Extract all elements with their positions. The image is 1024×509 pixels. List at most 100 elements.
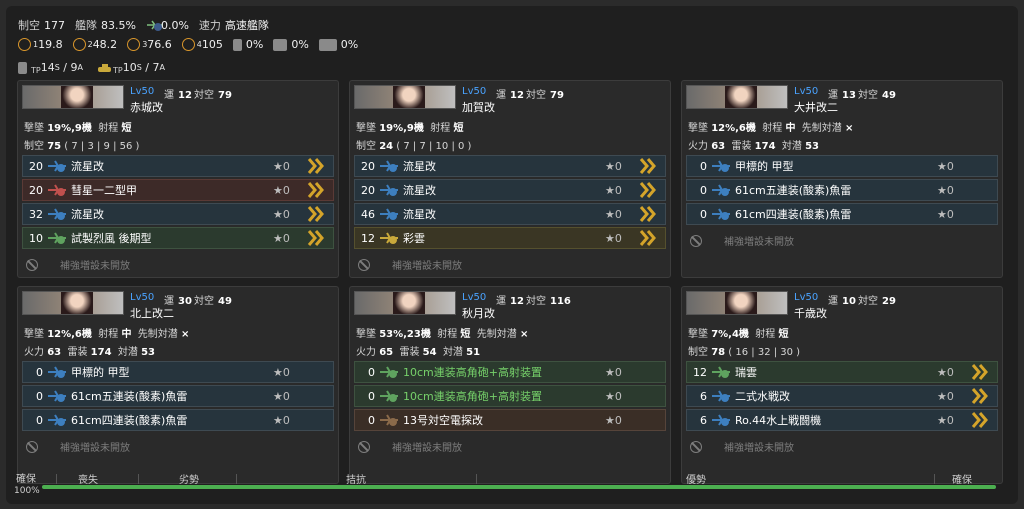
equipment-improvement: ★0 [605, 413, 622, 427]
equipment-type-icon [711, 365, 731, 379]
equipment-slot[interactable]: 46 流星改 ★0 [354, 203, 666, 225]
ship-card[interactable]: Lv50 運 13 対空 49 大井改二 撃墜 12%,6機 射程 中 先制対潜 × 火力 6… [681, 80, 1003, 278]
equipment-type-icon [47, 413, 67, 427]
ship-stat-row-2: 制空 24 ( 7 | 7 | 10 | 0 ) [356, 141, 472, 152]
ship-luck: 運 10 [828, 296, 856, 307]
reinforcement-slot: 補強増設未開放 [358, 439, 462, 454]
los-value-3: 76.6 [147, 38, 172, 51]
air-state-label: 確保 [16, 474, 36, 485]
reinforcement-slot: 補強増設未開放 [26, 439, 130, 454]
equipment-count: 20 [361, 183, 375, 197]
equipment-slot[interactable]: 20 流星改 ★0 [354, 155, 666, 177]
ship-card[interactable]: Lv50 運 12 対空 116 秋月改 撃墜 53%,23機 射程 短 先制対潜 × 火力 … [349, 286, 671, 484]
equipment-type-icon [379, 365, 399, 379]
equipment-slot[interactable]: 6 Ro.44水上戦闘機 ★0 [686, 409, 998, 431]
equipment-type-icon [47, 389, 67, 403]
speed-label: 速力 [198, 19, 221, 32]
state-inferior: 劣勢 [179, 475, 199, 486]
air-power-label: 制空 [18, 19, 40, 32]
equipment-improvement: ★0 [273, 365, 290, 379]
reinforcement-label: 補強増設未開放 [392, 261, 462, 272]
ship-portrait [725, 292, 757, 314]
ship-level: Lv50 [130, 292, 155, 303]
equipment-name: 彩雲 [403, 232, 425, 245]
proficiency-chevron-icon [971, 363, 989, 381]
equipment-improvement: ★0 [273, 183, 290, 197]
header-row-2: 1 19.8 2 48.2 3 76.6 4 105 0% 0% 0% [18, 38, 368, 51]
tp-can-icon [18, 61, 27, 74]
equipment-slot[interactable]: 0 61cm四連装(酸素)魚雷 ★0 [686, 203, 998, 225]
ship-portrait [393, 86, 425, 108]
equipment-count: 12 [361, 231, 375, 245]
equipment-slot[interactable]: 0 61cm五連装(酸素)魚雷 ★0 [686, 179, 998, 201]
equipment-type-icon [379, 231, 399, 245]
reinforcement-label: 補強増設未開放 [60, 443, 130, 454]
air-superiority-bar: 確保 100% 喪失 劣勢 拮抗 優勢 確保 [14, 468, 1014, 498]
equipment-type-icon [379, 413, 399, 427]
los-value-1: 19.8 [38, 38, 63, 51]
equipment-slot[interactable]: 0 甲標的 甲型 ★0 [686, 155, 998, 177]
ship-banner [686, 291, 788, 315]
ship-portrait [725, 86, 757, 108]
reinforcement-slot: 補強増設未開放 [690, 233, 794, 248]
ship-name: 赤城改 [130, 101, 163, 114]
equipment-type-icon [379, 389, 399, 403]
equipment-improvement: ★0 [937, 159, 954, 173]
equipment-name: 流星改 [71, 208, 104, 221]
ship-name: 千歳改 [794, 307, 827, 320]
equipment-name: 10cm連装高角砲+高射装置 [403, 390, 542, 403]
equipment-type-icon [711, 413, 731, 427]
equipment-count: 0 [368, 413, 375, 427]
equipment-improvement: ★0 [605, 159, 622, 173]
equipment-slot[interactable]: 12 瑞雲 ★0 [686, 361, 998, 383]
equipment-name: 流星改 [403, 184, 436, 197]
ship-stat-row-2: 制空 78 ( 16 | 32 | 30 ) [688, 347, 801, 358]
tp2-s-value: 10 [122, 61, 137, 75]
los-value-4: 105 [201, 38, 223, 51]
fleet-value: 83.5% [101, 18, 136, 32]
ship-card[interactable]: Lv50 運 12 対空 79 加賀改 撃墜 19%,9機 射程 短制空 24 ( 7 | … [349, 80, 671, 278]
equipment-slot[interactable]: 12 彩雲 ★0 [354, 227, 666, 249]
equipment-slot[interactable]: 20 彗星一二型甲 ★0 [22, 179, 334, 201]
equipment-slot[interactable]: 0 13号対空電探改 ★0 [354, 409, 666, 431]
equipment-slot[interactable]: 32 流星改 ★0 [22, 203, 334, 225]
equipment-name: 流星改 [403, 208, 436, 221]
ship-card[interactable]: Lv50 運 10 対空 29 千歳改 撃墜 7%,4機 射程 短制空 78 ( 16 | … [681, 286, 1003, 484]
equipment-name: 流星改 [403, 160, 436, 173]
equipment-improvement: ★0 [605, 389, 622, 403]
drum-icon-2 [273, 38, 288, 51]
equipment-slot[interactable]: 20 流星改 ★0 [22, 155, 334, 177]
ship-level: Lv50 [130, 86, 155, 97]
ship-aa: 対空 49 [194, 296, 232, 307]
state-loss: 喪失 [78, 475, 98, 486]
equipment-slot[interactable]: 0 61cm五連装(酸素)魚雷 ★0 [22, 385, 334, 407]
ship-card[interactable]: Lv50 運 30 対空 49 北上改二 撃墜 12%,6機 射程 中 先制対潜 × 火力 6… [17, 286, 339, 484]
equipment-improvement: ★0 [937, 389, 954, 403]
equipment-type-icon [47, 207, 67, 221]
equipment-improvement: ★0 [605, 207, 622, 221]
equipment-slot[interactable]: 6 二式水戦改 ★0 [686, 385, 998, 407]
ship-luck: 運 12 [496, 90, 524, 101]
equipment-name: Ro.44水上戦闘機 [735, 414, 822, 427]
equipment-slot[interactable]: 0 10cm連装高角砲+高射装置 ★0 [354, 385, 666, 407]
drum-value-2: 0% [291, 38, 309, 51]
ship-name: 大井改二 [794, 101, 838, 114]
ship-card[interactable]: Lv50 運 12 対空 79 赤城改 撃墜 19%,9機 射程 短制空 75 ( 7 | … [17, 80, 339, 278]
equipment-improvement: ★0 [605, 231, 622, 245]
equipment-slot[interactable]: 10 試製烈風 後期型 ★0 [22, 227, 334, 249]
drum-icon-3 [318, 38, 337, 51]
los-value-2: 48.2 [92, 38, 118, 51]
equipment-slot[interactable]: 0 甲標的 甲型 ★0 [22, 361, 334, 383]
equipment-slot[interactable]: 0 61cm四連装(酸素)魚雷 ★0 [22, 409, 334, 431]
equipment-type-icon [379, 183, 399, 197]
ship-stat-row-2: 火力 63 雷装 174 対潜 53 [688, 141, 819, 152]
equipment-improvement: ★0 [273, 207, 290, 221]
equipment-count: 0 [700, 183, 707, 197]
state-superior: 優勢 [686, 475, 706, 486]
drum-icon [232, 38, 242, 51]
ship-banner [686, 85, 788, 109]
equipment-slot[interactable]: 0 10cm連装高角砲+高射装置 ★0 [354, 361, 666, 383]
ship-level: Lv50 [794, 292, 819, 303]
equipment-slot[interactable]: 20 流星改 ★0 [354, 179, 666, 201]
equipment-count: 20 [361, 159, 375, 173]
